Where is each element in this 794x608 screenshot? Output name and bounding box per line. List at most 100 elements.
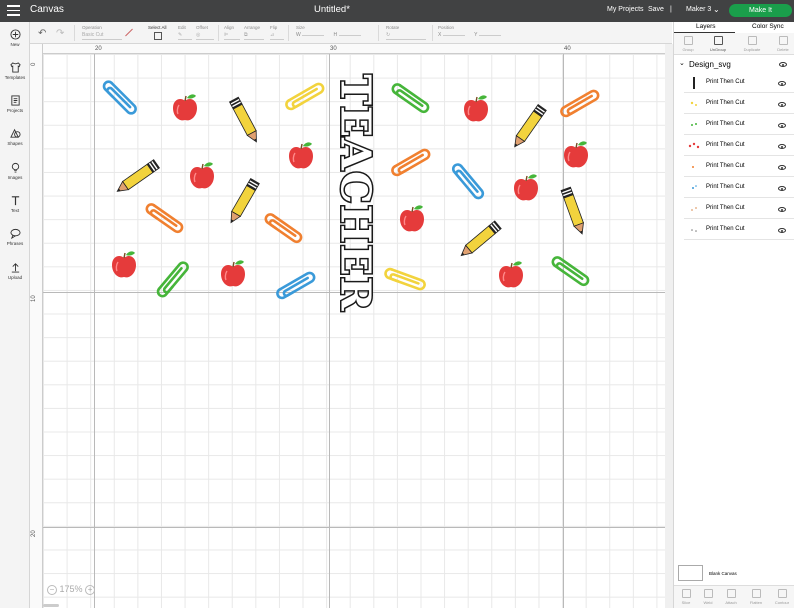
align-group[interactable]: Align ⊫ <box>224 25 240 40</box>
eye-icon[interactable] <box>778 165 786 170</box>
tab-color-sync[interactable]: Color Sync <box>752 23 784 30</box>
pencil[interactable] <box>509 103 548 151</box>
paperclip-orange[interactable] <box>262 211 305 245</box>
paperclip-green[interactable] <box>549 254 592 288</box>
tab-layers[interactable]: Layers <box>696 23 716 30</box>
height-field[interactable]: H <box>334 32 338 38</box>
rotate-group[interactable]: Rotate ↻ <box>386 25 426 40</box>
sidebar-item-shapes[interactable]: Shapes <box>0 128 30 146</box>
my-projects-link[interactable]: My Projects <box>607 6 644 13</box>
paperclip-blue[interactable] <box>100 78 139 117</box>
paperclip-blue[interactable] <box>274 269 318 301</box>
attach-button[interactable]: Attach <box>719 589 743 605</box>
machine-selector[interactable]: Maker 3 <box>686 6 711 13</box>
eye-icon[interactable] <box>778 102 786 107</box>
apple[interactable] <box>189 161 215 190</box>
undo-icon[interactable]: ↶ <box>38 28 46 39</box>
y-field[interactable]: Y <box>474 32 477 38</box>
eye-icon[interactable] <box>778 207 786 212</box>
paperclip-orange[interactable] <box>143 201 186 235</box>
pencil[interactable] <box>560 186 588 237</box>
redo-icon[interactable]: ↷ <box>56 28 64 39</box>
eye-icon[interactable] <box>778 81 786 86</box>
zoom-in-button[interactable]: + <box>85 584 96 595</box>
apple[interactable] <box>513 173 539 202</box>
layer-row[interactable]: Print Then Cut <box>684 199 794 219</box>
slice-button[interactable]: Slice <box>674 589 698 605</box>
pencil[interactable] <box>225 177 261 226</box>
blank-canvas-swatch[interactable] <box>678 565 703 581</box>
apple[interactable] <box>463 94 489 123</box>
make-it-button[interactable]: Make It <box>729 4 792 17</box>
duplicate-button[interactable]: Duplicate <box>740 36 764 52</box>
size-group[interactable]: Size W H <box>296 25 376 38</box>
layer-row[interactable]: Print Then Cut <box>684 94 794 114</box>
offset-icon[interactable]: ◎ <box>196 32 214 40</box>
chevron-down-icon[interactable]: ⌄ <box>713 5 720 14</box>
apple[interactable] <box>399 204 425 233</box>
paperclip-green[interactable] <box>389 81 432 115</box>
rotate-field[interactable]: ↻ <box>386 32 426 40</box>
eye-icon[interactable] <box>778 123 786 128</box>
paperclip-blue[interactable] <box>450 161 486 202</box>
apple[interactable] <box>111 250 137 279</box>
pencil[interactable] <box>228 96 262 146</box>
sidebar-item-projects[interactable]: Projects <box>0 95 30 113</box>
sidebar-item-images[interactable]: Images <box>0 162 30 180</box>
layer-row[interactable]: Print Then Cut <box>684 115 794 135</box>
layer-group-row[interactable]: ⌄ Design_svg <box>674 59 794 71</box>
layer-row[interactable]: Print Then Cut <box>684 73 794 93</box>
layer-row[interactable]: Print Then Cut <box>684 178 794 198</box>
offset-group[interactable]: Offset ◎ <box>196 25 214 40</box>
arrange-group[interactable]: Arrange ⧉ <box>244 25 264 40</box>
apple[interactable] <box>563 140 589 169</box>
document-title[interactable]: Untitled* <box>314 4 350 15</box>
operation-select[interactable]: Basic Cut <box>82 32 122 40</box>
width-field[interactable]: W <box>296 32 301 38</box>
eye-icon[interactable] <box>779 62 787 67</box>
design-canvas[interactable]: TEACHER <box>43 54 665 608</box>
horizontal-scrollbar[interactable] <box>43 604 59 607</box>
arrange-icon[interactable]: ⧉ <box>244 32 264 40</box>
layer-row[interactable]: Print Then Cut <box>684 136 794 156</box>
sidebar-item-text[interactable]: Text <box>0 195 30 213</box>
flip-group[interactable]: Flip ⊿ <box>270 25 284 40</box>
paperclip-yellow[interactable] <box>382 266 428 292</box>
layer-row[interactable]: Print Then Cut <box>684 220 794 240</box>
sidebar-item-templates[interactable]: Templates <box>0 62 30 80</box>
edit-tool-icon[interactable]: ✎ <box>178 32 192 40</box>
flatten-button[interactable]: Flatten <box>744 589 768 605</box>
edit-group[interactable]: Edit ✎ <box>178 25 192 40</box>
teacher-text[interactable]: TEACHER <box>330 73 381 313</box>
select-all-group[interactable]: Select All <box>148 25 170 40</box>
sidebar-item-new[interactable]: New <box>0 29 30 47</box>
eye-icon[interactable] <box>778 144 786 149</box>
apple[interactable] <box>220 259 246 288</box>
pencil[interactable] <box>457 220 502 261</box>
eye-icon[interactable] <box>778 186 786 191</box>
eye-icon[interactable] <box>778 228 786 233</box>
delete-button[interactable]: Delete <box>771 36 794 52</box>
paperclip-green[interactable] <box>154 259 191 300</box>
position-group[interactable]: Position X Y <box>438 25 518 38</box>
ungroup-button[interactable]: UnGroup <box>706 36 730 52</box>
pen-icon[interactable] <box>125 28 133 37</box>
paperclip-yellow[interactable] <box>283 80 327 112</box>
weld-button[interactable]: Weld <box>696 589 720 605</box>
save-link[interactable]: Save <box>648 6 664 13</box>
operation-group[interactable]: Operation Basic Cut <box>82 25 122 40</box>
apple[interactable] <box>288 141 314 170</box>
pencil[interactable] <box>113 158 161 197</box>
x-field[interactable]: X <box>438 32 441 38</box>
vertical-scrollbar[interactable] <box>665 44 673 608</box>
zoom-out-button[interactable]: − <box>47 584 57 595</box>
paperclip-orange[interactable] <box>558 87 602 119</box>
group-button[interactable]: Group <box>676 36 700 52</box>
select-all-icon[interactable] <box>154 32 162 40</box>
flip-icon[interactable]: ⊿ <box>270 32 284 40</box>
sidebar-item-upload[interactable]: Upload <box>0 262 30 280</box>
paperclip-orange[interactable] <box>389 146 433 178</box>
apple[interactable] <box>498 260 524 289</box>
hamburger-menu-icon[interactable] <box>7 5 20 17</box>
teacher-design[interactable]: TEACHER <box>43 54 665 608</box>
